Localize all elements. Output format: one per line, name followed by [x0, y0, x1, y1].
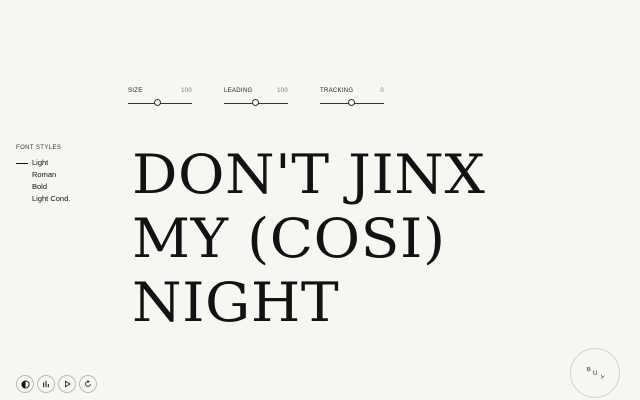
leading-slider[interactable]: LEADING 100 [224, 88, 288, 106]
specimen-line-3: NIGHT [132, 271, 340, 334]
contrast-icon [20, 379, 30, 389]
leading-value: 100 [277, 88, 288, 94]
chart-button[interactable] [37, 375, 55, 393]
size-slider[interactable]: SIZE 100 [128, 88, 192, 106]
refresh-button[interactable] [79, 375, 97, 393]
bar-chart-icon [43, 380, 49, 388]
specimen-line-1: DON'T JINX [132, 143, 486, 206]
size-value: 100 [181, 88, 192, 94]
buy-letter: B [586, 366, 592, 374]
font-style-roman[interactable]: Roman [16, 169, 70, 181]
play-button[interactable] [58, 375, 76, 393]
font-style-light-cond[interactable]: Light Cond. [16, 193, 70, 205]
specimen-line-2: MY (COSI) [132, 207, 446, 270]
size-track[interactable] [128, 99, 192, 106]
tracking-track[interactable] [320, 99, 384, 106]
tracking-value: 0 [380, 88, 384, 94]
size-label: SIZE [128, 88, 143, 94]
play-icon [65, 380, 71, 388]
font-styles-panel: FONT STYLES Light Roman Bold Light Cond. [16, 145, 70, 205]
font-style-label: Light Cond. [32, 194, 71, 203]
tracking-thumb[interactable] [348, 99, 355, 106]
font-style-light[interactable]: Light [16, 157, 70, 169]
font-style-label: Roman [32, 170, 57, 179]
leading-label: LEADING [224, 88, 253, 94]
tracking-label: TRACKING [320, 88, 354, 94]
control-bar [16, 375, 97, 393]
leading-track[interactable] [224, 99, 288, 106]
selected-indicator [16, 163, 28, 164]
type-specimen[interactable]: DON'T JINX MY (COSI) NIGHT [132, 143, 485, 335]
font-style-label: Light [32, 158, 49, 167]
buy-button[interactable]: B U Y [570, 348, 620, 398]
font-style-label: Bold [32, 182, 48, 191]
font-styles-title: FONT STYLES [16, 145, 62, 151]
font-style-bold[interactable]: Bold [16, 181, 70, 193]
tracking-slider[interactable]: TRACKING 0 [320, 88, 384, 106]
refresh-icon [85, 380, 91, 387]
buy-letter: U [593, 371, 598, 377]
leading-thumb[interactable] [252, 99, 259, 106]
size-thumb[interactable] [154, 99, 161, 106]
buy-letter: Y [599, 374, 605, 382]
contrast-button[interactable] [16, 375, 34, 393]
